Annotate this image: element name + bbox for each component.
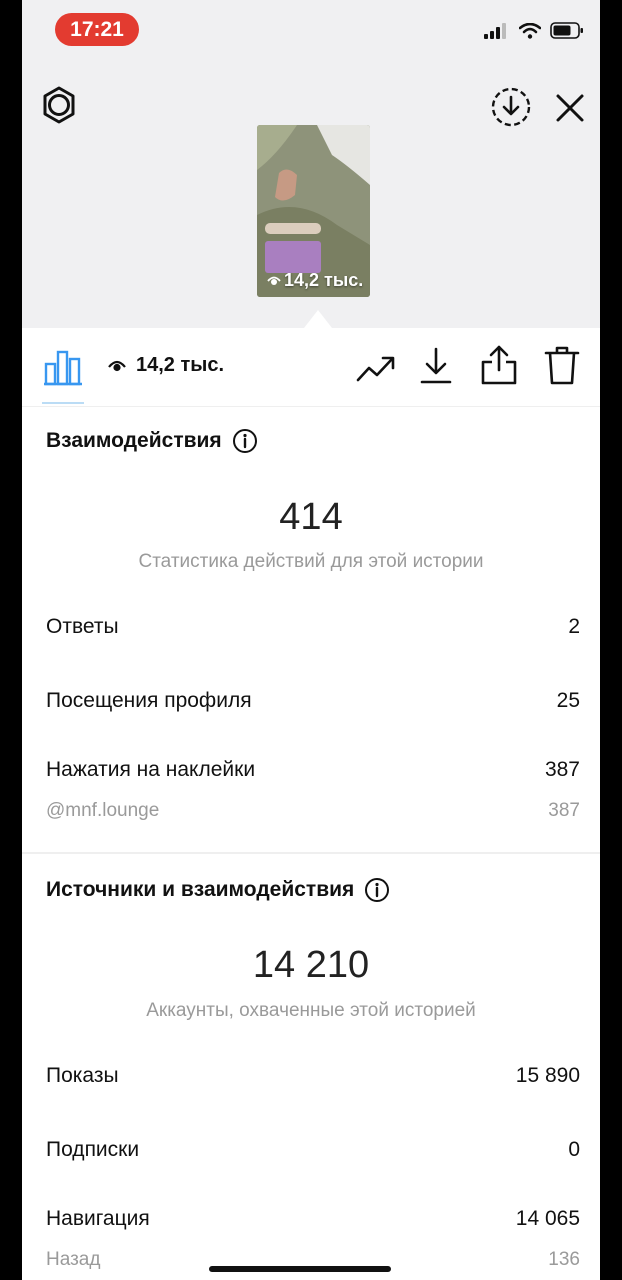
interactions-caption: Статистика действий для этой истории [138,551,484,572]
stat-sub-label: @mnf.lounge [46,800,160,821]
stat-row-navigation: Навигация 14 065 [46,1207,580,1231]
battery-icon [550,22,583,39]
info-icon[interactable] [364,877,390,903]
stat-sub-value: 387 [548,800,580,821]
story-preview-area: 17:21 14,2 тыс. [22,0,600,328]
story-insights-screen: 17:21 14,2 тыс. 14,2 тыс. Взаимодействия… [22,0,600,1280]
settings-gear-icon[interactable] [37,84,81,128]
close-icon[interactable] [550,88,590,128]
discovery-caption: Аккаунты, охваченные этой историей [146,1000,476,1021]
interactions-title-text: Взаимодействия [46,429,222,452]
download-icon[interactable] [419,346,453,386]
share-icon[interactable] [480,344,518,386]
info-icon[interactable] [232,428,258,454]
section-divider [22,852,600,854]
stat-sub-label: Назад [46,1249,101,1270]
stat-value: 15 890 [515,1064,580,1087]
story-thumbnail-views: 14,2 тыс. [267,270,363,291]
insights-toolbar: 14,2 тыс. [22,328,600,407]
interactions-section-title: Взаимодействия [46,428,258,454]
discovery-total: 14 210 [252,944,370,986]
stat-label: Нажатия на наклейки [46,758,256,781]
stat-row-follows: Подписки 0 [46,1138,580,1162]
story-thumbnail[interactable]: 14,2 тыс. [257,125,370,297]
toolbar-views-count: 14,2 тыс. [136,354,225,376]
stat-subrow-mention[interactable]: @mnf.lounge 387 [46,800,580,822]
insights-bar-chart-icon[interactable] [44,348,82,386]
stat-value: 387 [544,758,580,781]
cellular-signal-icon [484,22,506,39]
status-time: 17:21 [55,13,139,46]
stat-label: Показы [46,1064,119,1087]
delete-trash-icon[interactable] [544,344,580,386]
eye-icon [108,360,126,371]
stat-label: Посещения профиля [46,689,252,712]
stat-row-impressions: Показы 15 890 [46,1064,580,1088]
stat-value: 0 [568,1138,580,1161]
save-download-circle-icon[interactable] [488,84,534,130]
stat-row-profile-visits: Посещения профиля 25 [46,689,580,713]
stat-label: Подписки [46,1138,140,1161]
status-icons [484,22,584,39]
discovery-title-text: Источники и взаимодействия [46,878,355,901]
thumbnail-pointer [304,310,332,328]
wifi-icon [519,22,541,39]
interactions-total: 414 [279,496,343,538]
stat-value: 2 [568,615,580,638]
promote-trend-icon[interactable] [356,350,396,386]
eye-icon [267,276,281,285]
stat-label: Ответы [46,615,119,638]
stat-label: Навигация [46,1207,150,1230]
discovery-section-title: Источники и взаимодействия [46,877,390,903]
stat-sub-value: 136 [548,1249,580,1270]
stat-value: 25 [556,689,580,712]
stat-value: 14 065 [515,1207,580,1230]
toolbar-views: 14,2 тыс. [108,354,224,377]
home-indicator[interactable] [209,1266,391,1272]
active-tab-indicator [42,402,84,404]
stat-row-sticker-taps: Нажатия на наклейки 387 [46,758,580,782]
story-thumbnail-views-count: 14,2 тыс. [284,270,364,290]
stat-row-replies: Ответы 2 [46,615,580,639]
